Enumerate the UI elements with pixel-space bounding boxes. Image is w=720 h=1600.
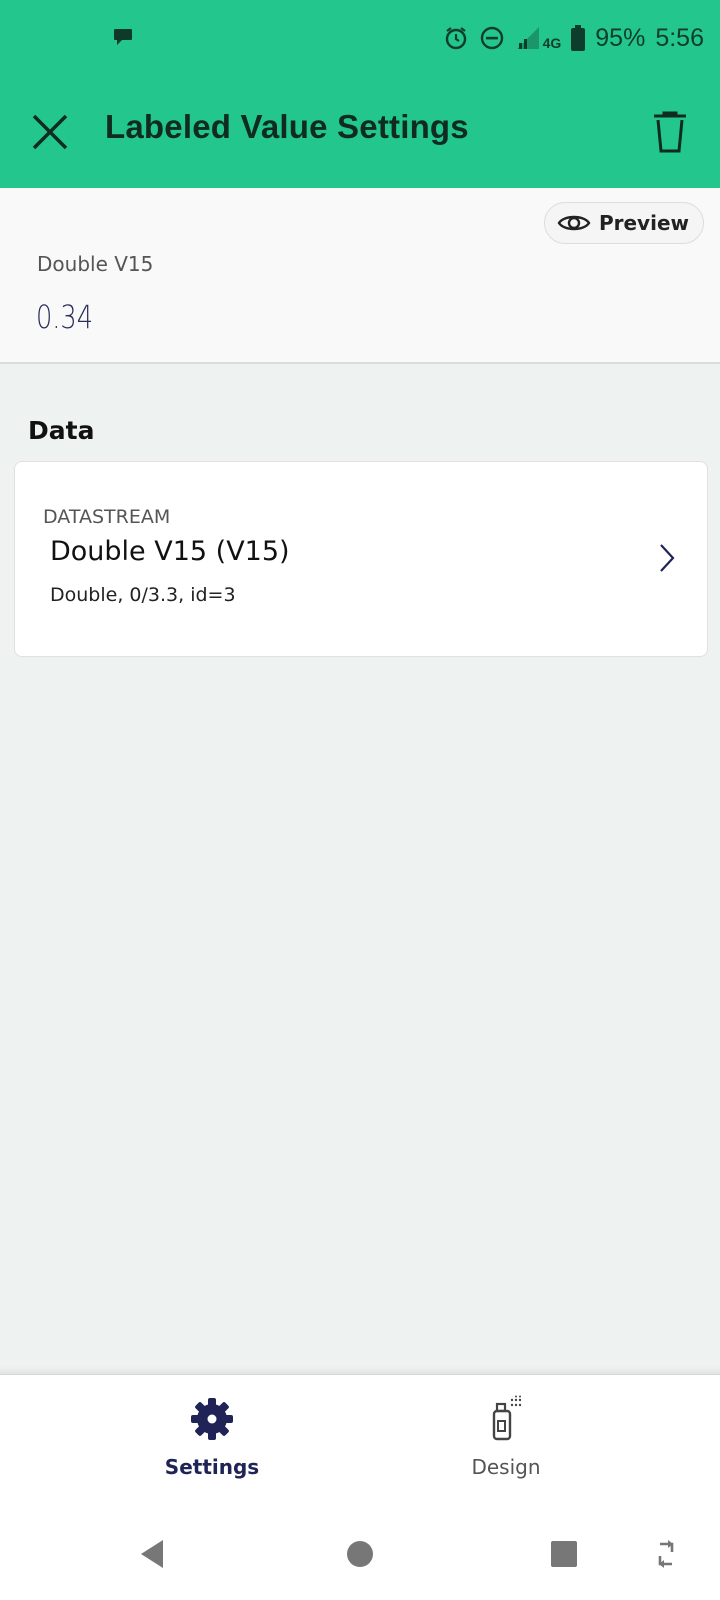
clock: 5:56 [655, 23, 704, 52]
tab-design[interactable]: Design [406, 1395, 606, 1479]
datastream-kicker: DATASTREAM [43, 506, 171, 528]
recents-button[interactable] [544, 1534, 584, 1574]
gear-icon [112, 1395, 312, 1443]
network-type: 4G [542, 35, 562, 51]
eye-icon [557, 215, 591, 231]
preview-button[interactable]: Preview [543, 202, 704, 244]
widget-preview-panel: Preview Double V15 0.34 [0, 188, 720, 364]
alarm-icon [443, 25, 469, 51]
chevron-right-icon [657, 542, 677, 578]
rotate-icon [658, 1540, 674, 1568]
delete-button[interactable] [642, 104, 698, 160]
close-icon [32, 114, 68, 150]
tab-settings-label: Settings [164, 1455, 260, 1479]
back-button[interactable] [132, 1534, 172, 1574]
close-button[interactable] [22, 104, 78, 160]
rotate-button[interactable] [646, 1534, 686, 1574]
dnd-icon [479, 25, 505, 51]
home-button[interactable] [340, 1534, 380, 1574]
battery-percent: 95% [595, 23, 646, 52]
signal-icon: 4G [515, 25, 562, 51]
bottom-nav-shadow [0, 1366, 720, 1374]
section-title-data: Data [28, 416, 95, 445]
system-navigation-bar [0, 1498, 720, 1600]
datastream-name: Double V15 (V15) [50, 536, 290, 567]
recents-square-icon [551, 1541, 577, 1567]
spray-can-icon [406, 1395, 606, 1443]
bottom-navigation: Settings Design [0, 1374, 720, 1499]
status-bar: 4G 95% 5:56 [0, 0, 720, 78]
chat-bubble-icon [112, 26, 134, 52]
back-triangle-icon [141, 1540, 163, 1568]
preview-label: Preview [598, 211, 689, 235]
app-bar: Labeled Value Settings [0, 78, 720, 188]
datastream-card[interactable]: DATASTREAM Double V15 (V15) Double, 0/3.… [14, 461, 708, 657]
battery-icon [571, 25, 586, 51]
widget-label: Double V15 [37, 252, 154, 276]
home-circle-icon [347, 1541, 373, 1567]
page-title: Labeled Value Settings [105, 108, 469, 145]
tab-settings[interactable]: Settings [112, 1395, 312, 1479]
tab-design-label: Design [471, 1455, 541, 1479]
widget-value: 0.34 [36, 298, 93, 336]
datastream-details: Double, 0/3.3, id=3 [50, 584, 236, 606]
trash-icon [654, 111, 686, 153]
